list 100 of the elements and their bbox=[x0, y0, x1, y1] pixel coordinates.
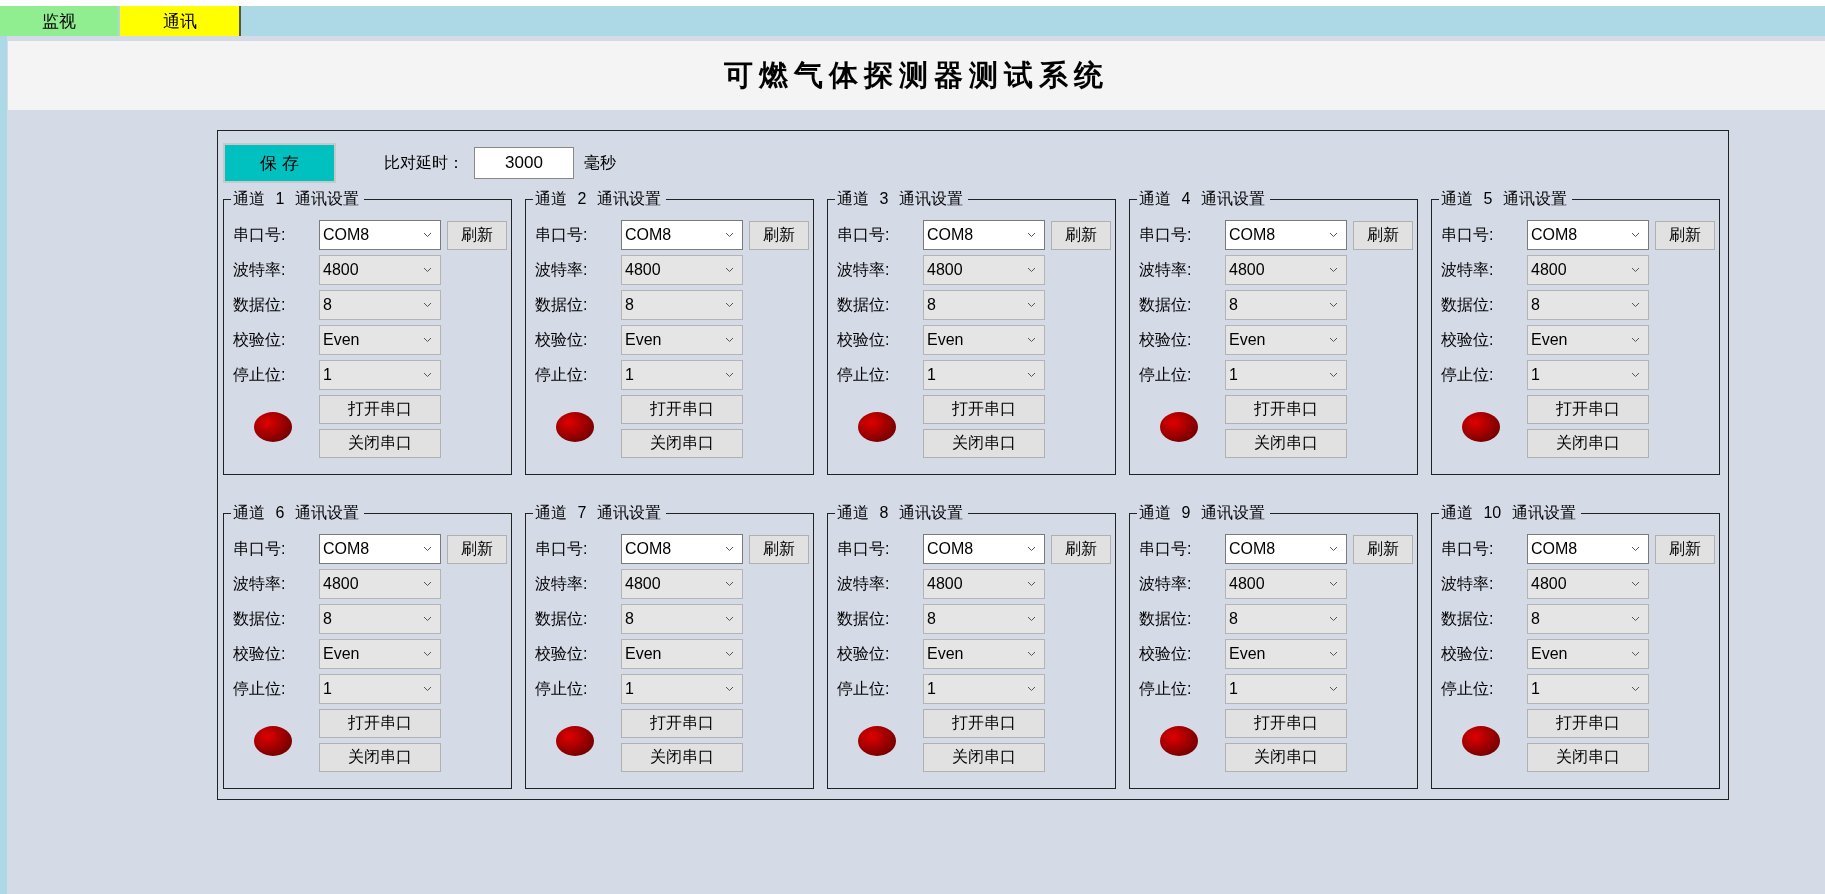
refresh-button[interactable]: 刷新 bbox=[1655, 534, 1715, 564]
field-label: 数据位: bbox=[535, 608, 589, 629]
dropdown[interactable]: 4800 bbox=[923, 255, 1045, 285]
refresh-button[interactable]: 刷新 bbox=[447, 534, 507, 564]
open-port-button[interactable]: 打开串口 bbox=[319, 395, 441, 424]
dropdown[interactable]: COM8 bbox=[319, 220, 441, 250]
dropdown[interactable]: Even bbox=[621, 639, 743, 669]
dropdown[interactable]: 1 bbox=[621, 674, 743, 704]
delay-field[interactable]: 3000 bbox=[474, 147, 574, 179]
field-label: 停止位: bbox=[837, 364, 891, 385]
dropdown[interactable]: Even bbox=[1527, 639, 1649, 669]
dropdown[interactable]: 4800 bbox=[1527, 569, 1649, 599]
dropdown[interactable]: COM8 bbox=[621, 220, 743, 250]
dropdown[interactable]: 4800 bbox=[1225, 255, 1347, 285]
dropdown[interactable]: 1 bbox=[1527, 360, 1649, 390]
open-port-button[interactable]: 打开串口 bbox=[621, 395, 743, 424]
dropdown[interactable]: Even bbox=[923, 325, 1045, 355]
dropdown[interactable]: Even bbox=[1225, 639, 1347, 669]
chevron-down-icon bbox=[1027, 267, 1036, 273]
refresh-button[interactable]: 刷新 bbox=[1051, 220, 1111, 250]
dropdown[interactable]: 8 bbox=[319, 290, 441, 320]
field-label: 串口号: bbox=[233, 538, 287, 559]
dropdown[interactable]: COM8 bbox=[1527, 534, 1649, 564]
dropdown[interactable]: 8 bbox=[1527, 604, 1649, 634]
dropdown[interactable]: 1 bbox=[1225, 360, 1347, 390]
open-port-button[interactable]: 打开串口 bbox=[319, 709, 441, 738]
field-label: 波特率: bbox=[1441, 573, 1495, 594]
save-button[interactable]: 保 存 bbox=[223, 143, 336, 183]
dropdown[interactable]: 8 bbox=[923, 604, 1045, 634]
close-port-button[interactable]: 关闭串口 bbox=[1527, 743, 1649, 772]
close-port-button[interactable]: 关闭串口 bbox=[923, 429, 1045, 458]
close-port-button[interactable]: 关闭串口 bbox=[1527, 429, 1649, 458]
dropdown[interactable]: 8 bbox=[621, 290, 743, 320]
tab[interactable]: 监视 bbox=[0, 6, 118, 36]
close-port-button[interactable]: 关闭串口 bbox=[1225, 743, 1347, 772]
dropdown[interactable]: 4800 bbox=[319, 569, 441, 599]
dropdown[interactable]: COM8 bbox=[621, 534, 743, 564]
refresh-button[interactable]: 刷新 bbox=[447, 220, 507, 250]
refresh-button[interactable]: 刷新 bbox=[1353, 534, 1413, 564]
dropdown[interactable]: 1 bbox=[319, 360, 441, 390]
dropdown[interactable]: COM8 bbox=[923, 220, 1045, 250]
open-port-button[interactable]: 打开串口 bbox=[1527, 709, 1649, 738]
dropdown[interactable]: 8 bbox=[1527, 290, 1649, 320]
refresh-button[interactable]: 刷新 bbox=[1353, 220, 1413, 250]
dropdown[interactable]: 1 bbox=[621, 360, 743, 390]
dropdown[interactable]: 8 bbox=[1225, 290, 1347, 320]
dropdown[interactable]: 4800 bbox=[319, 255, 441, 285]
chevron-down-icon bbox=[1027, 616, 1036, 622]
chevron-down-icon bbox=[423, 302, 432, 308]
close-port-button[interactable]: 关闭串口 bbox=[319, 743, 441, 772]
dropdown[interactable]: 1 bbox=[1527, 674, 1649, 704]
dropdown[interactable]: 4800 bbox=[621, 255, 743, 285]
open-port-button[interactable]: 打开串口 bbox=[923, 395, 1045, 424]
refresh-button[interactable]: 刷新 bbox=[1051, 534, 1111, 564]
dropdown[interactable]: 1 bbox=[1225, 674, 1347, 704]
close-port-button[interactable]: 关闭串口 bbox=[621, 743, 743, 772]
close-port-button[interactable]: 关闭串口 bbox=[1225, 429, 1347, 458]
open-port-button[interactable]: 打开串口 bbox=[1225, 395, 1347, 424]
dropdown[interactable]: 8 bbox=[923, 290, 1045, 320]
dropdown[interactable]: COM8 bbox=[923, 534, 1045, 564]
dropdown[interactable]: COM8 bbox=[1527, 220, 1649, 250]
dropdown[interactable]: COM8 bbox=[1225, 534, 1347, 564]
field-label: 停止位: bbox=[1441, 678, 1495, 699]
chevron-down-icon bbox=[423, 337, 432, 343]
open-port-button[interactable]: 打开串口 bbox=[1225, 709, 1347, 738]
tab[interactable]: 通讯 bbox=[120, 6, 241, 36]
dropdown[interactable]: Even bbox=[1225, 325, 1347, 355]
close-port-button[interactable]: 关闭串口 bbox=[319, 429, 441, 458]
close-port-button[interactable]: 关闭串口 bbox=[621, 429, 743, 458]
dropdown[interactable]: Even bbox=[319, 639, 441, 669]
refresh-button[interactable]: 刷新 bbox=[749, 534, 809, 564]
dropdown[interactable]: 1 bbox=[923, 360, 1045, 390]
refresh-button[interactable]: 刷新 bbox=[1655, 220, 1715, 250]
open-port-button[interactable]: 打开串口 bbox=[923, 709, 1045, 738]
dropdown[interactable]: COM8 bbox=[1225, 220, 1347, 250]
dropdown[interactable]: Even bbox=[1527, 325, 1649, 355]
chevron-down-icon bbox=[1631, 546, 1640, 552]
dropdown[interactable]: 4800 bbox=[621, 569, 743, 599]
dropdown[interactable]: COM8 bbox=[319, 534, 441, 564]
dropdown[interactable]: 1 bbox=[923, 674, 1045, 704]
field-label: 停止位: bbox=[233, 364, 287, 385]
field-label: 停止位: bbox=[233, 678, 287, 699]
dropdown[interactable]: 4800 bbox=[923, 569, 1045, 599]
field-label: 校验位: bbox=[535, 643, 589, 664]
open-port-button[interactable]: 打开串口 bbox=[621, 709, 743, 738]
dropdown[interactable]: 8 bbox=[319, 604, 441, 634]
dropdown[interactable]: Even bbox=[319, 325, 441, 355]
dropdown[interactable]: 1 bbox=[319, 674, 441, 704]
dropdown[interactable]: 4800 bbox=[1225, 569, 1347, 599]
dropdown[interactable]: Even bbox=[621, 325, 743, 355]
dropdown[interactable]: 4800 bbox=[1527, 255, 1649, 285]
close-port-button[interactable]: 关闭串口 bbox=[923, 743, 1045, 772]
dropdown[interactable]: 8 bbox=[1225, 604, 1347, 634]
dropdown[interactable]: Even bbox=[923, 639, 1045, 669]
open-port-button[interactable]: 打开串口 bbox=[1527, 395, 1649, 424]
field-label: 校验位: bbox=[1139, 643, 1193, 664]
field-label: 波特率: bbox=[1139, 573, 1193, 594]
dropdown[interactable]: 8 bbox=[621, 604, 743, 634]
field-label: 校验位: bbox=[1441, 643, 1495, 664]
refresh-button[interactable]: 刷新 bbox=[749, 220, 809, 250]
